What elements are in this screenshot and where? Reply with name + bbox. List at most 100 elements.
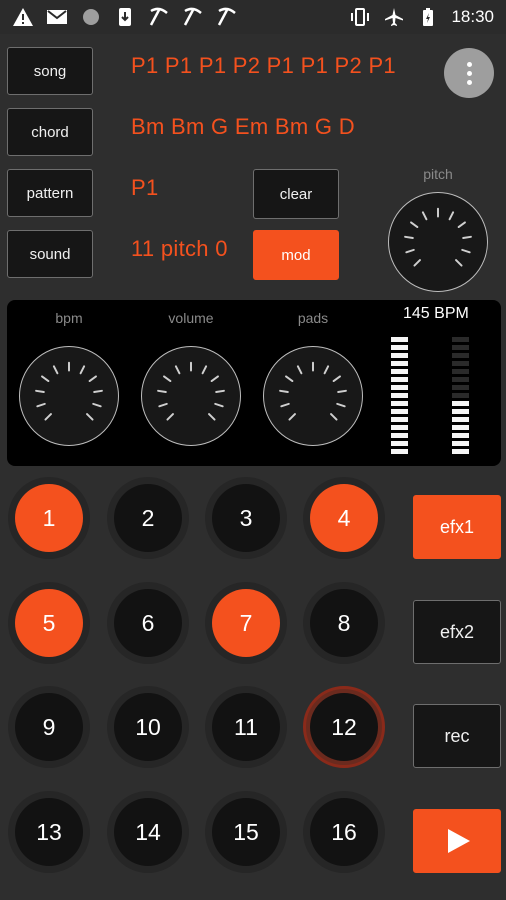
meter-segment [452, 337, 469, 342]
meter-segment [391, 425, 408, 430]
pad-label: 5 [15, 589, 83, 657]
bpm-readout: 145 BPM [403, 305, 469, 322]
pad-14[interactable]: 14 [107, 791, 189, 873]
status-bar: 18:30 [0, 0, 506, 34]
pad-1[interactable]: 1 [8, 477, 90, 559]
pad-7[interactable]: 7 [205, 582, 287, 664]
pad-11[interactable]: 11 [205, 686, 287, 768]
pad-label: 9 [15, 693, 83, 761]
pattern-value: P1 [131, 175, 159, 200]
sound-button[interactable]: sound [7, 230, 93, 278]
gmail-icon [47, 10, 67, 24]
meter-segment [391, 417, 408, 422]
pad-label: 1 [15, 484, 83, 552]
download-icon [119, 8, 131, 26]
knob-ticks [157, 361, 225, 421]
meter-segment [391, 361, 408, 366]
pads-label: pads [297, 310, 329, 326]
pad-9[interactable]: 9 [8, 686, 90, 768]
meter-segment [452, 345, 469, 350]
pad-12[interactable]: 12 [303, 686, 385, 768]
meter-segment [452, 449, 469, 454]
knob-ticks [35, 361, 103, 421]
efx1-button[interactable]: efx1 [413, 495, 501, 559]
meter-segment [452, 385, 469, 390]
pad-label: 14 [114, 798, 182, 866]
bpm-knob[interactable] [19, 346, 119, 446]
pad-5[interactable]: 5 [8, 582, 90, 664]
meter-segment [391, 353, 408, 358]
meter-segment [391, 377, 408, 382]
meter-segment [452, 369, 469, 374]
pad-label: 15 [212, 798, 280, 866]
meter-segment [391, 369, 408, 374]
meter-segment [452, 409, 469, 414]
song-sequence: P1 P1 P1 P2 P1 P1 P2 P1 [131, 53, 396, 78]
pitch-knob[interactable] [388, 192, 488, 292]
pickaxe-icon [183, 7, 202, 26]
pads-knob[interactable] [263, 346, 363, 446]
play-icon [448, 829, 470, 853]
meter-segment [391, 385, 408, 390]
pad-label: 4 [310, 484, 378, 552]
pad-label: 3 [212, 484, 280, 552]
pad-10[interactable]: 10 [107, 686, 189, 768]
meter-segment [391, 345, 408, 350]
pad-13[interactable]: 13 [8, 791, 90, 873]
meter-segment [452, 353, 469, 358]
pad-4[interactable]: 4 [303, 477, 385, 559]
mod-button[interactable]: mod [253, 230, 339, 280]
more-vert-icon [466, 61, 472, 67]
chord-sequence: Bm Bm G Em Bm G D [131, 114, 355, 139]
overflow-menu-button[interactable] [444, 48, 494, 98]
meter-segment [391, 449, 408, 454]
pad-label: 8 [310, 589, 378, 657]
meter-segment [391, 441, 408, 446]
pad-label: 6 [114, 589, 182, 657]
pickaxe-icon [149, 7, 168, 26]
meter-segment [391, 393, 408, 398]
pad-6[interactable]: 6 [107, 582, 189, 664]
pitch-label: pitch [423, 166, 453, 182]
pad-15[interactable]: 15 [205, 791, 287, 873]
pad-label: 16 [310, 798, 378, 866]
meter-segment [391, 409, 408, 414]
pickaxe-icon [217, 7, 236, 26]
pad-3[interactable]: 3 [205, 477, 287, 559]
pad-label: 2 [114, 484, 182, 552]
chord-button[interactable]: chord [7, 108, 93, 156]
bpm-label: bpm [55, 310, 83, 326]
pad-label: 11 [212, 693, 280, 761]
meter-segment [452, 401, 469, 406]
volume-knob[interactable] [141, 346, 241, 446]
circle-icon [83, 9, 99, 25]
pattern-button[interactable]: pattern [7, 169, 93, 217]
clear-button[interactable]: clear [253, 169, 339, 219]
pad-8[interactable]: 8 [303, 582, 385, 664]
pad-label: 10 [114, 693, 182, 761]
meter-segment [452, 433, 469, 438]
song-button[interactable]: song [7, 47, 93, 95]
pad-label: 7 [212, 589, 280, 657]
pad-16[interactable]: 16 [303, 791, 385, 873]
battery-charging-icon [423, 8, 434, 26]
airplane-mode-icon [385, 8, 404, 26]
meter-segment [452, 377, 469, 382]
pad-label: 12 [310, 693, 378, 761]
pad-2[interactable]: 2 [107, 477, 189, 559]
vibrate-icon [351, 8, 370, 26]
meter-segment [391, 337, 408, 342]
meter-segment [452, 425, 469, 430]
knob-ticks [279, 361, 347, 421]
rec-button[interactable]: rec [413, 704, 501, 768]
meter-segment [391, 433, 408, 438]
knob-ticks [404, 207, 472, 267]
efx2-button[interactable]: efx2 [413, 600, 501, 664]
clock: 18:30 [451, 7, 494, 26]
meter-segment [452, 441, 469, 446]
play-button[interactable] [413, 809, 501, 873]
volume-label: volume [168, 310, 214, 326]
level-meter-right [452, 337, 469, 454]
meter-segment [452, 393, 469, 398]
meter-segment [391, 401, 408, 406]
